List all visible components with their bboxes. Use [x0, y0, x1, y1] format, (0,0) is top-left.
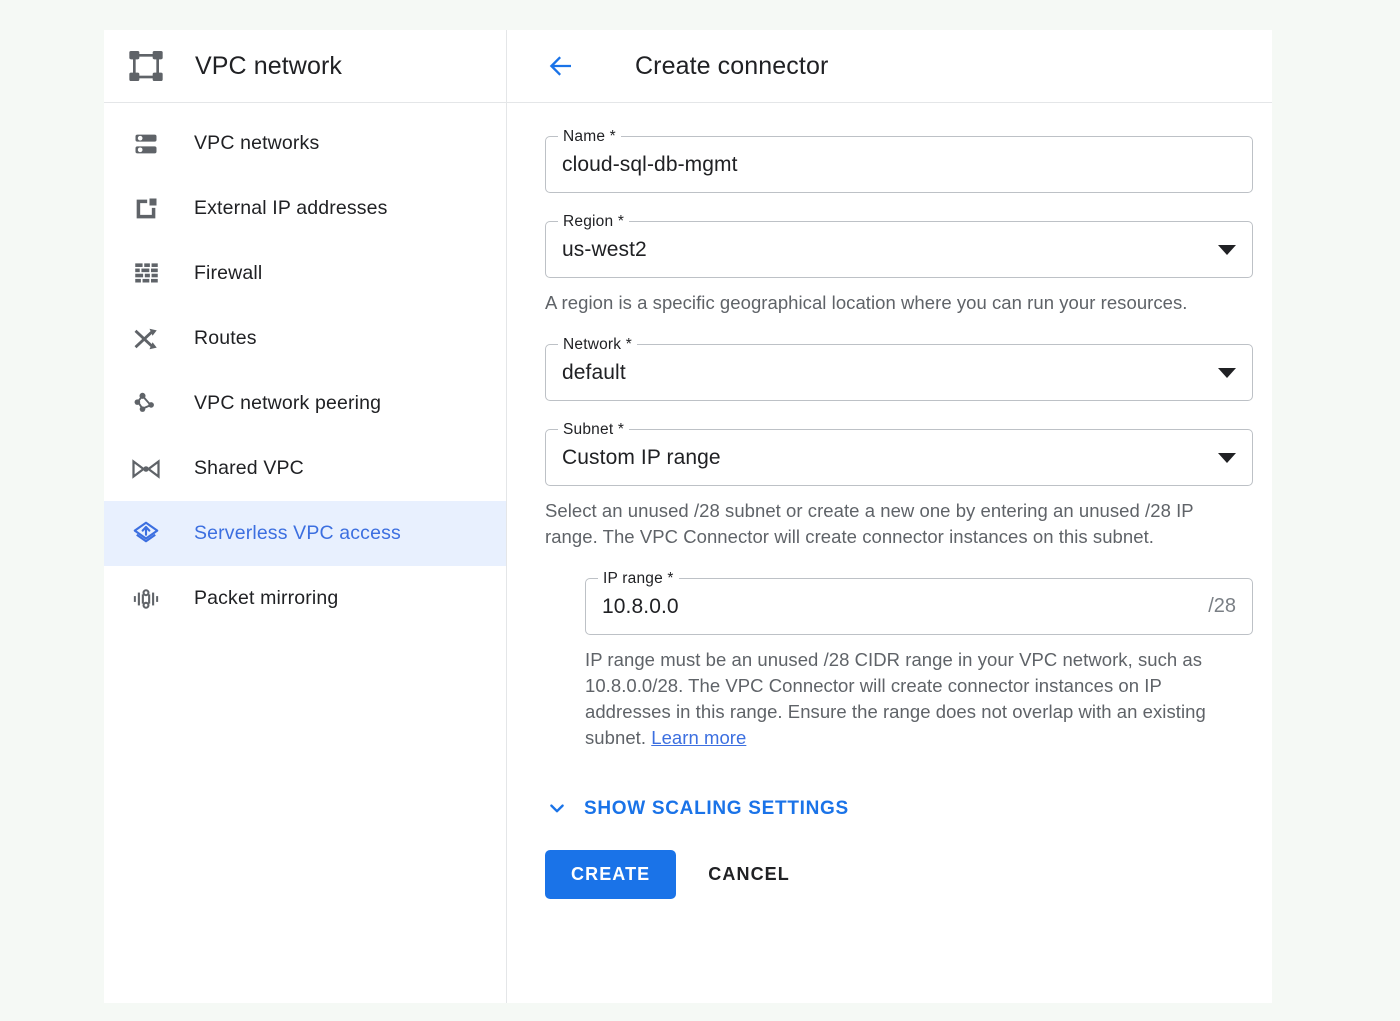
form-actions: CREATE CANCEL — [545, 850, 1272, 899]
sidebar-item-vpc-networks[interactable]: VPC networks — [104, 111, 506, 176]
sidebar-item-firewall[interactable]: Firewall — [104, 241, 506, 306]
cancel-button[interactable]: CANCEL — [708, 864, 790, 885]
chevron-down-icon[interactable] — [1218, 367, 1236, 378]
chevron-down-icon — [545, 797, 569, 821]
packet-mirroring-icon — [126, 582, 166, 616]
ip-range-cidr-suffix: /28 — [1208, 595, 1236, 617]
console-card: VPC network VPC networks External IP add… — [104, 30, 1272, 1003]
chevron-down-icon[interactable] — [1218, 452, 1236, 463]
chevron-down-icon[interactable] — [1218, 244, 1236, 255]
network-select-label: Network * — [558, 336, 637, 353]
ip-range-field[interactable]: IP range * 10.8.0.0 /28 — [585, 570, 1253, 635]
name-field[interactable]: Name * cloud-sql-db-mgmt — [545, 128, 1253, 193]
ip-range-helper-text: IP range must be an unused /28 CIDR rang… — [585, 647, 1225, 751]
back-arrow-icon[interactable] — [545, 50, 577, 82]
subnet-helper-text: Select an unused /28 subnet or create a … — [545, 500, 1194, 547]
ip-range-field-value: 10.8.0.0 — [602, 594, 679, 618]
region-helper-text: A region is a specific geographical loca… — [545, 292, 1188, 313]
sidebar-item-packet-mirroring[interactable]: Packet mirroring — [104, 566, 506, 631]
page-title: Create connector — [635, 51, 829, 80]
routes-shuffle-icon — [126, 322, 166, 356]
sidebar-item-label: VPC network peering — [194, 392, 382, 414]
create-button[interactable]: CREATE — [545, 850, 677, 899]
sidebar-item-label: Firewall — [194, 262, 263, 284]
sidebar-nav: VPC networks External IP addresses Firew… — [104, 103, 506, 631]
create-connector-form: Name * cloud-sql-db-mgmt Region * us-wes… — [507, 103, 1272, 899]
network-peering-icon — [126, 387, 166, 421]
network-select[interactable]: Network * default — [545, 336, 1253, 401]
sidebar-header: VPC network — [104, 30, 506, 103]
sidebar-item-label: VPC networks — [194, 132, 320, 154]
learn-more-link[interactable]: Learn more — [651, 727, 746, 748]
network-select-value: default — [562, 360, 626, 384]
sidebar-item-serverless-vpc-access[interactable]: Serverless VPC access — [104, 501, 506, 566]
sidebar-item-external-ip-addresses[interactable]: External IP addresses — [104, 176, 506, 241]
name-field-value: cloud-sql-db-mgmt — [562, 152, 738, 176]
region-select-label: Region * — [558, 213, 630, 230]
subnet-select-value: Custom IP range — [562, 445, 721, 469]
vpc-network-icon — [124, 44, 168, 88]
sidebar-item-shared-vpc[interactable]: Shared VPC — [104, 436, 506, 501]
region-select[interactable]: Region * us-west2 — [545, 213, 1253, 278]
vpc-networks-icon — [126, 127, 166, 161]
serverless-vpc-access-icon — [126, 517, 166, 551]
sidebar-item-routes[interactable]: Routes — [104, 306, 506, 371]
sidebar: VPC network VPC networks External IP add… — [104, 30, 507, 1003]
sidebar-item-label: Serverless VPC access — [194, 522, 401, 544]
subnet-select[interactable]: Subnet * Custom IP range — [545, 421, 1253, 486]
content-header: Create connector — [507, 30, 1272, 103]
external-ip-icon — [126, 192, 166, 226]
sidebar-item-label: Routes — [194, 327, 257, 349]
show-scaling-settings-toggle[interactable]: SHOW SCALING SETTINGS — [545, 797, 849, 821]
ip-range-block: IP range * 10.8.0.0 /28 IP range must be… — [585, 570, 1272, 751]
sidebar-brand-title: VPC network — [195, 51, 342, 80]
name-field-label: Name * — [558, 128, 621, 145]
firewall-brick-icon — [126, 257, 166, 291]
show-scaling-settings-label: SHOW SCALING SETTINGS — [584, 798, 849, 819]
ip-range-field-label: IP range * — [598, 570, 679, 587]
sidebar-item-label: Shared VPC — [194, 457, 304, 479]
sidebar-item-vpc-network-peering[interactable]: VPC network peering — [104, 371, 506, 436]
shared-vpc-bowtie-icon — [126, 452, 166, 486]
sidebar-item-label: Packet mirroring — [194, 587, 339, 609]
content-panel: Create connector Name * cloud-sql-db-mgm… — [507, 30, 1272, 1003]
region-select-value: us-west2 — [562, 237, 647, 261]
sidebar-item-label: External IP addresses — [194, 197, 388, 219]
subnet-select-label: Subnet * — [558, 421, 630, 438]
